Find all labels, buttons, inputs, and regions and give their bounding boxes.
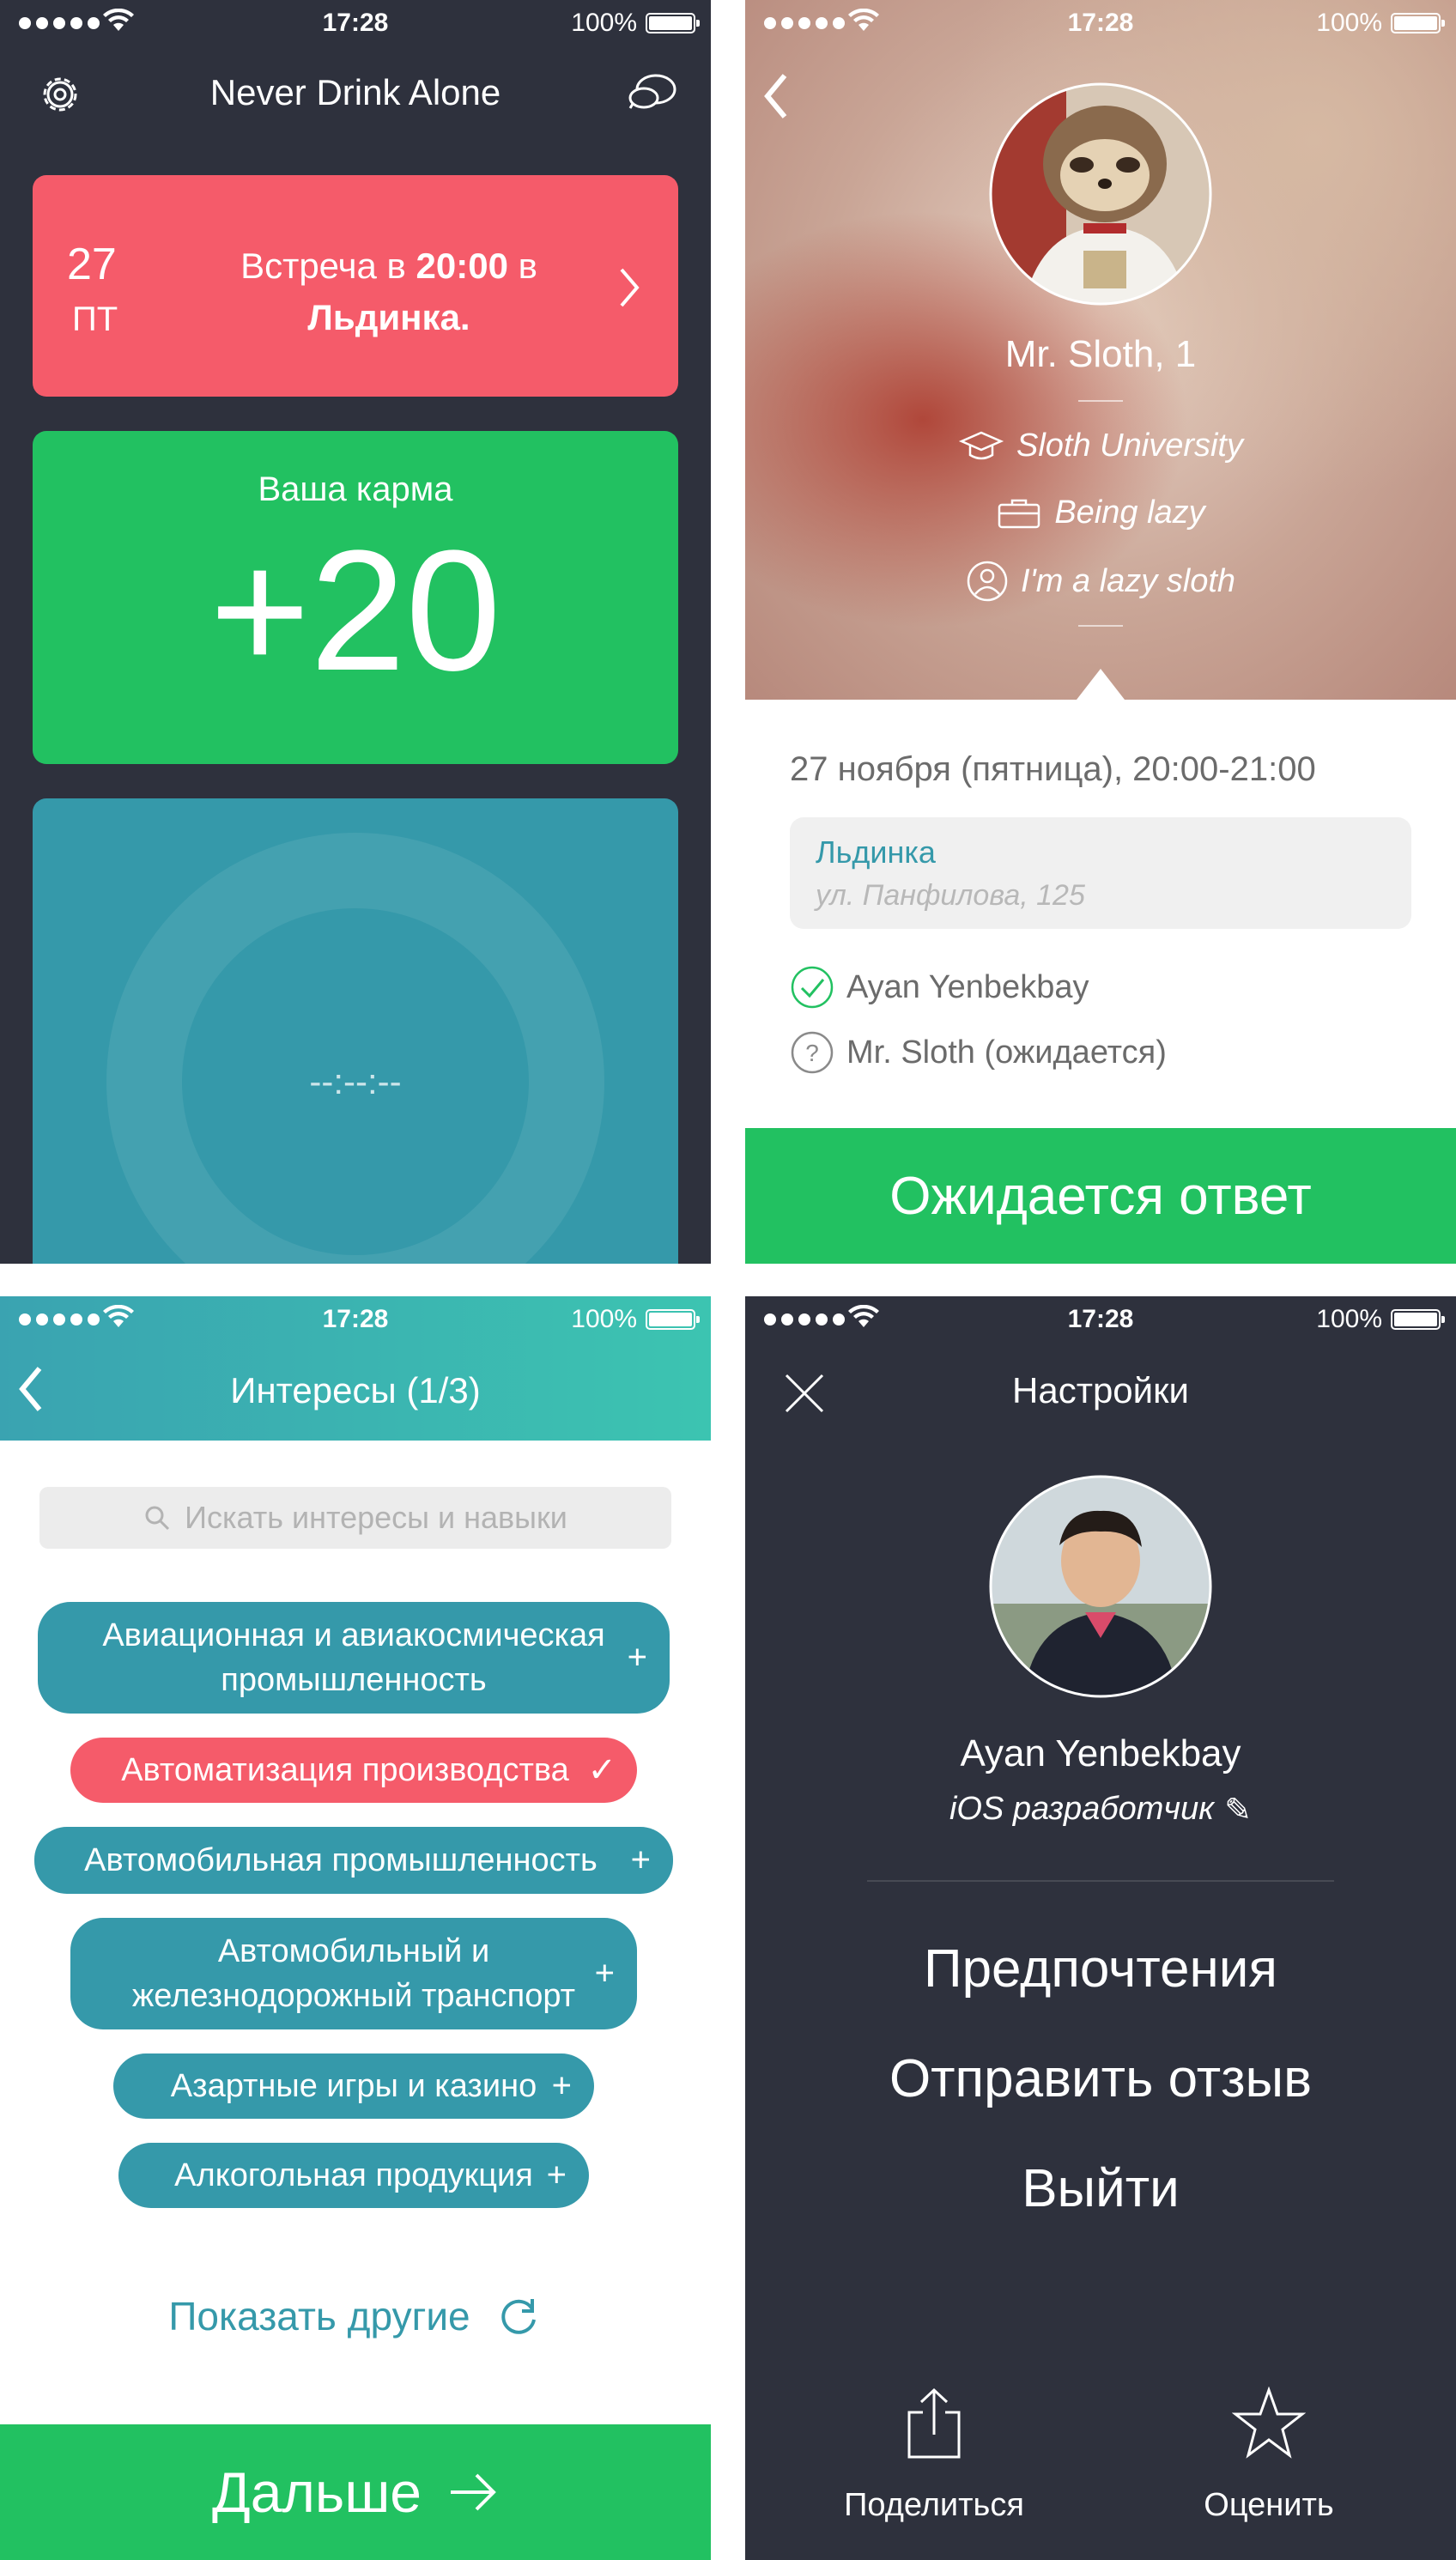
feedback-item[interactable]: Отправить отзыв [745, 2048, 1456, 2109]
page-title: Настройки [1012, 1370, 1189, 1410]
plus-icon: + [546, 2156, 567, 2194]
karma-value: +20 [209, 515, 501, 707]
preferences-item[interactable]: Предпочтения [745, 1938, 1456, 1999]
status-bar: 17:28 100% [0, 0, 711, 48]
meeting-weekday: ПТ [72, 300, 118, 338]
karma-label: Ваша карма [258, 470, 453, 508]
check-icon: ✓ [587, 1751, 616, 1789]
battery-icon [1391, 1309, 1445, 1330]
check-circle-icon [791, 966, 834, 1009]
page-title: Интересы (1/3) [230, 1370, 481, 1410]
place-address: ул. Панфилова, 125 [816, 879, 1085, 912]
timer-card: --:--:-- [33, 798, 678, 1264]
battery-percent: 100% [571, 9, 637, 37]
profile-name: Mr. Sloth, 1 [1004, 333, 1197, 375]
profile-job: Being lazy [745, 494, 1456, 531]
profile-role[interactable]: iOS разработчик ✎ [745, 1791, 1456, 1829]
avatar [989, 82, 1212, 306]
home-screen: 17:28 100% Never Drink Alone 27 ПТ Встре… [0, 0, 711, 1264]
place-name: Льдинка [816, 834, 936, 870]
interests-screen: 17:28 100% Интересы (1/3) Искать интерес… [0, 1296, 711, 2560]
app-title: Never Drink Alone [209, 72, 501, 112]
svg-text:?: ? [805, 1040, 819, 1066]
timer-ring [106, 833, 604, 1264]
battery-percent: 100% [1316, 9, 1382, 37]
share-button[interactable]: Поделиться [831, 2387, 1037, 2524]
profile-about: I'm a lazy sloth [745, 560, 1456, 603]
plus-icon: + [594, 1954, 615, 1993]
briefcase-icon [998, 499, 1040, 528]
participant-pending: ? Mr. Sloth (ожидается) [790, 1030, 1167, 1075]
user-icon [967, 561, 1008, 602]
interest-tag-selected[interactable]: Автоматизация производства ✓ [70, 1738, 637, 1803]
refresh-icon [500, 2299, 536, 2334]
profile-name: Ayan Yenbekbay [960, 1732, 1241, 1774]
awaiting-response-button[interactable]: Ожидается ответ [745, 1128, 1456, 1264]
place-box[interactable]: Льдинка ул. Панфилова, 125 [790, 817, 1411, 929]
logout-item[interactable]: Выйти [745, 2158, 1456, 2219]
rate-button[interactable]: Оценить [1166, 2386, 1372, 2524]
settings-screen: 17:28 100% Настройки Ayan Yenbekbay iOS … [745, 1296, 1456, 2560]
arrow-right-icon [450, 2473, 496, 2511]
plus-icon: + [630, 1841, 651, 1879]
meeting-text: Встреча в 20:00 в Льдинка. [240, 246, 537, 337]
plus-icon: + [627, 1638, 647, 1677]
meeting-place: Льдинка. [307, 297, 470, 337]
interest-tag[interactable]: Алкогольная продукция + [118, 2143, 589, 2208]
plus-icon: + [551, 2066, 572, 2105]
meeting-card[interactable]: 27 ПТ Встреча в 20:00 в Льдинка. [33, 175, 678, 397]
pencil-icon: ✎ [1224, 1793, 1253, 1829]
pointer-triangle [1077, 669, 1125, 700]
next-button[interactable]: Дальше [0, 2424, 711, 2560]
participant-confirmed: Ayan Yenbekbay [790, 965, 1089, 1010]
meeting-detail-screen: 17:28 100% Mr. Sloth, 1 Sloth University… [745, 0, 1456, 1264]
back-icon[interactable] [761, 72, 792, 120]
avatar[interactable] [989, 1475, 1212, 1698]
meeting-datetime: 27 ноября (пятница), 20:00-21:00 [790, 750, 1316, 788]
status-bar: 17:28 100% [0, 1296, 711, 1344]
question-circle-icon: ? [791, 1031, 834, 1074]
interest-tag[interactable]: Автомобильный и железнодорожный транспор… [70, 1918, 637, 2029]
battery-percent: 100% [571, 1305, 637, 1333]
share-icon [907, 2387, 961, 2459]
star-icon [1231, 2386, 1307, 2459]
graduation-cap-icon [958, 431, 1004, 459]
profile-university: Sloth University [745, 428, 1456, 464]
battery-icon [646, 1309, 700, 1330]
battery-percent: 100% [1316, 1305, 1382, 1333]
search-input[interactable]: Искать интересы и навыки [39, 1487, 671, 1549]
chat-icon[interactable] [623, 69, 680, 120]
status-bar: 17:28 100% [745, 0, 1456, 48]
status-bar: 17:28 100% [745, 1296, 1456, 1344]
interest-tag[interactable]: Авиационная и авиакосмическая промышленн… [38, 1602, 670, 1714]
search-icon [145, 1506, 170, 1531]
meeting-day: 27 [67, 240, 117, 289]
divider [867, 1880, 1334, 1882]
interest-tag[interactable]: Азартные игры и казино + [113, 2053, 594, 2119]
karma-card: Ваша карма +20 [33, 431, 678, 764]
battery-icon [1391, 13, 1445, 33]
interest-tag[interactable]: Автомобильная промышленность + [34, 1827, 673, 1894]
divider [1078, 400, 1123, 402]
battery-icon [646, 13, 700, 33]
chevron-right-icon [620, 268, 640, 307]
divider [1078, 625, 1123, 627]
timer-value: --:--:-- [309, 1061, 402, 1101]
show-more-button[interactable]: Показать другие [0, 2292, 711, 2340]
